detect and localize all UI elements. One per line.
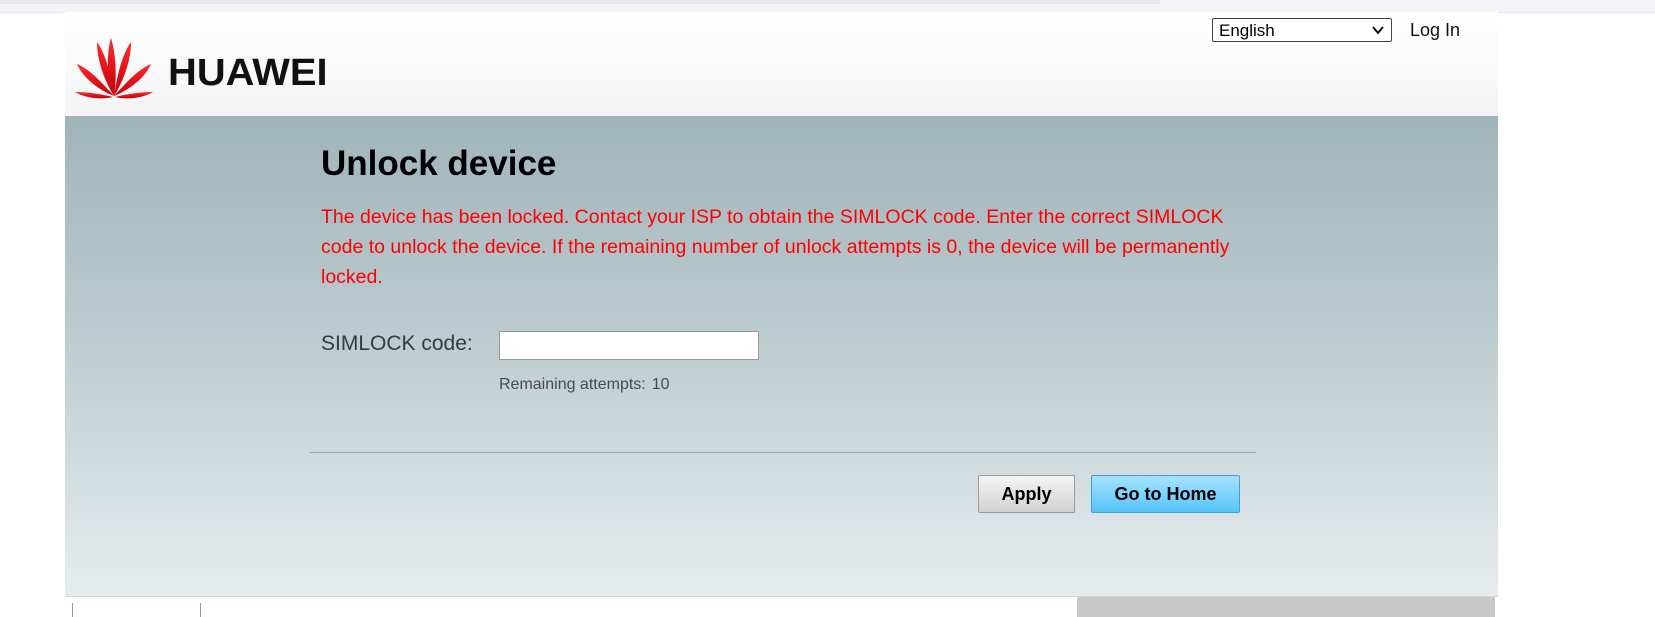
language-selected-value: English: [1219, 21, 1275, 40]
footer: [65, 596, 1498, 617]
brand-wordmark: HUAWEI: [168, 52, 328, 94]
page-title: Unlock device: [321, 144, 557, 183]
footer-separator: [200, 603, 201, 617]
login-link[interactable]: Log In: [1410, 20, 1460, 41]
apply-button[interactable]: Apply: [978, 475, 1075, 513]
remaining-attempts: Remaining attempts: 10: [499, 376, 670, 394]
chevron-down-icon: [1372, 26, 1384, 35]
remaining-attempts-count: 10: [651, 376, 670, 393]
go-to-home-button[interactable]: Go to Home: [1091, 475, 1240, 513]
language-select[interactable]: English: [1212, 18, 1392, 42]
remaining-attempts-label: Remaining attempts:: [499, 376, 646, 393]
browser-tab-bar: [0, 0, 1160, 4]
footer-separator: [72, 603, 73, 617]
header: HUAWEI English Log In: [65, 12, 1498, 116]
footer-tray: [1077, 597, 1495, 617]
unlock-panel: Unlock device The device has been locked…: [65, 116, 1498, 596]
divider: [310, 452, 1256, 453]
simlock-code-input[interactable]: [499, 331, 759, 360]
huawei-logo-icon: [75, 38, 153, 99]
lock-warning-message: The device has been locked. Contact your…: [321, 206, 1230, 288]
page: HUAWEI English Log In Unlock device The …: [65, 12, 1498, 617]
simlock-code-label: SIMLOCK code:: [321, 332, 473, 355]
